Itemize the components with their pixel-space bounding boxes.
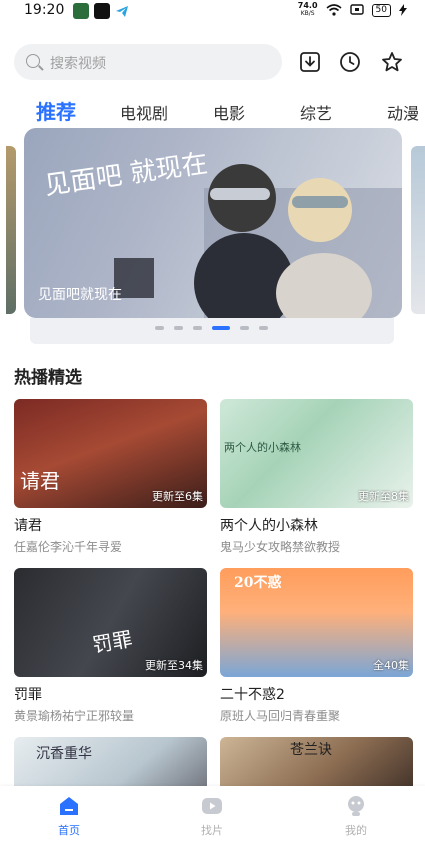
video-card[interactable]: 两个人的小森林 更新至8集 两个人的小森林 鬼马少女攻略禁欲教授 [220, 399, 413, 555]
carousel-dot-active[interactable] [212, 326, 230, 330]
video-title: 罚罪 [14, 687, 42, 703]
episode-badge: 更新至6集 [152, 490, 203, 503]
home-icon [60, 797, 78, 815]
poster-title-art: 苍兰诀 [290, 742, 332, 758]
carousel-dot[interactable] [240, 326, 249, 330]
tab-tv-series[interactable]: 电视剧 [120, 100, 168, 124]
banner-next-peek[interactable] [411, 146, 425, 314]
search-row: 搜索视频 [14, 44, 414, 80]
banner-carousel[interactable]: 见面吧 就现在 见面吧就现在 [0, 128, 425, 350]
video-subtitle: 鬼马少女攻略禁欲教授 [220, 540, 341, 554]
network-speed: 74.0 KB/S [297, 1, 318, 18]
carousel-dot[interactable] [193, 326, 202, 330]
video-card[interactable]: 罚罪 更新至34集 罚罪 黄景瑜杨祐宁正邪较量 [14, 568, 207, 724]
video-title: 二十不惑2 [220, 687, 285, 703]
carousel-dots [0, 326, 425, 332]
episode-badge: 更新至34集 [145, 659, 203, 672]
tab-movies[interactable]: 电影 [213, 100, 245, 124]
banner-prev-peek[interactable] [6, 146, 16, 314]
poster-title-art: 20不惑 [234, 575, 282, 591]
poster-title-art: 沉香重华 [36, 746, 92, 762]
nav-find-video[interactable]: 找片 [182, 794, 242, 838]
nav-home[interactable]: 首页 [39, 794, 99, 838]
carousel-dot[interactable] [155, 326, 164, 330]
video-card[interactable]: 20不惑 全40集 二十不惑2 原班人马回归青春重聚 [220, 568, 413, 724]
video-subtitle: 任嘉伦李沁千年寻爱 [14, 540, 123, 554]
category-tabs: 推荐 电视剧 电影 综艺 动漫 [0, 96, 425, 126]
episode-badge: 更新至8集 [358, 490, 409, 503]
tab-anime[interactable]: 动漫 [387, 100, 419, 124]
video-subtitle: 原班人马回归青春重聚 [220, 709, 341, 723]
banner-title: 见面吧就现在 [38, 287, 122, 303]
battery-level: 50 [371, 3, 391, 17]
wifi-icon [326, 4, 342, 16]
poster-title-art: 请君 [20, 469, 60, 493]
section-title: 热播精选 [14, 368, 82, 388]
video-title: 请君 [14, 518, 42, 534]
history-clock-icon[interactable] [338, 50, 362, 74]
screen-cast-icon [349, 4, 364, 15]
status-bar: 19:20 74.0 KB/S 50 [0, 0, 425, 24]
star-icon[interactable] [380, 50, 404, 74]
video-title: 两个人的小森林 [220, 518, 318, 534]
video-thumbnail[interactable]: 两个人的小森林 更新至8集 [220, 399, 413, 508]
app-notification-icon [73, 3, 89, 19]
carousel-dot[interactable] [259, 326, 268, 330]
charging-icon [399, 4, 407, 16]
video-card[interactable]: 请君 更新至6集 请君 任嘉伦李沁千年寻爱 [14, 399, 207, 555]
poster-title-art: 罚罪 [90, 626, 135, 658]
profile-icon [348, 796, 364, 816]
telegram-notification-icon [116, 6, 128, 17]
play-video-icon [202, 798, 222, 814]
search-icon [26, 54, 40, 68]
download-icon[interactable] [298, 50, 322, 74]
search-box[interactable]: 搜索视频 [14, 44, 282, 80]
banner-slide[interactable]: 见面吧 就现在 见面吧就现在 [24, 128, 402, 318]
bottom-nav: 首页 找片 我的 [0, 786, 425, 845]
nav-profile[interactable]: 我的 [326, 794, 386, 838]
video-thumbnail[interactable]: 罚罪 更新至34集 [14, 568, 207, 677]
carousel-dot[interactable] [174, 326, 183, 330]
video-thumbnail[interactable]: 20不惑 全40集 [220, 568, 413, 677]
video-subtitle: 黄景瑜杨祐宁正邪较量 [14, 709, 135, 723]
status-time: 19:20 [24, 2, 65, 18]
tab-recommend[interactable]: 推荐 [36, 96, 76, 125]
video-thumbnail[interactable]: 请君 更新至6集 [14, 399, 207, 508]
search-placeholder: 搜索视频 [50, 56, 106, 72]
tiktok-notification-icon [94, 3, 110, 19]
poster-title-art: 两个人的小森林 [224, 441, 301, 454]
episode-badge: 全40集 [373, 659, 409, 672]
tab-variety[interactable]: 综艺 [300, 100, 332, 124]
